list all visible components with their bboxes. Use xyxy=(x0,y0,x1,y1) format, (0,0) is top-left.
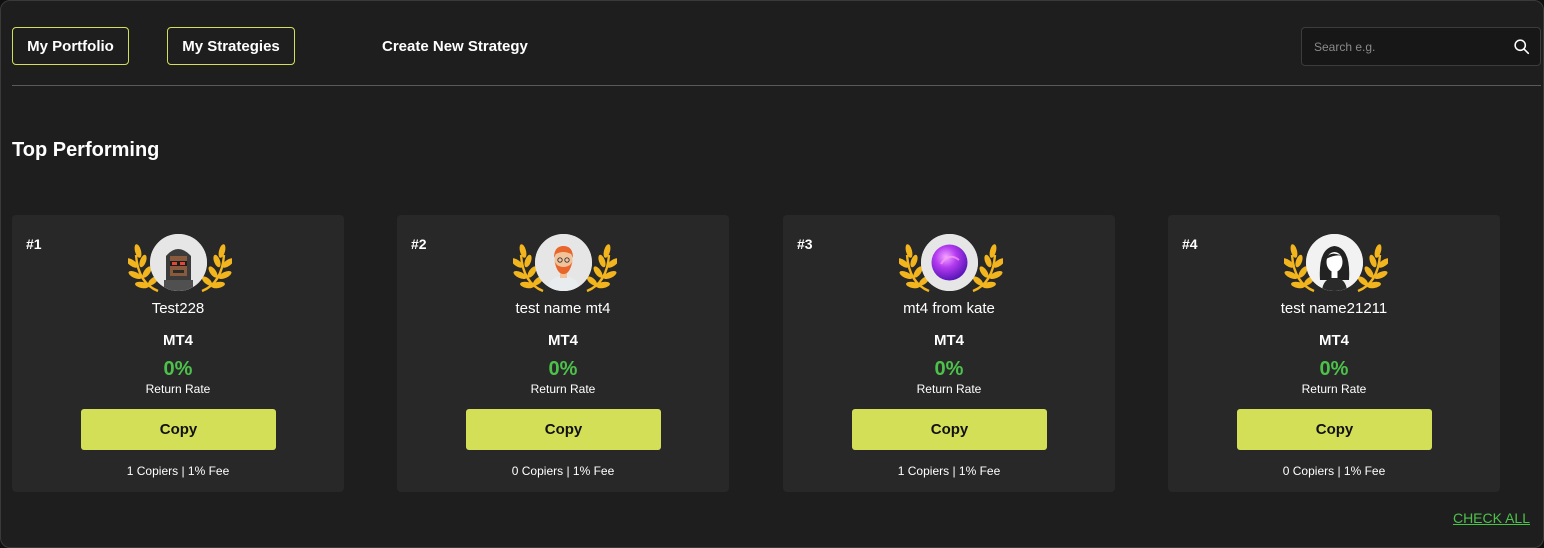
copiers-fee-text: 0 Copiers | 1% Fee xyxy=(1282,464,1386,478)
check-all-link[interactable]: CHECK ALL xyxy=(1453,510,1530,526)
rank-badge: #3 xyxy=(797,236,813,252)
return-rate-value: 0% xyxy=(1319,358,1349,380)
strategy-card: #4 test name21211 MT4 0% Return Rate Cop… xyxy=(1168,215,1500,492)
avatar[interactable] xyxy=(535,234,592,291)
return-rate-label: Return Rate xyxy=(916,382,982,396)
return-rate-label: Return Rate xyxy=(530,382,596,396)
copy-button[interactable]: Copy xyxy=(466,409,661,450)
search-input[interactable] xyxy=(1314,28,1504,65)
strategy-card: #2 test name mt4 MT4 0% Return Rate Copy… xyxy=(397,215,729,492)
strategy-name: test name21211 xyxy=(1280,300,1388,317)
avatar[interactable] xyxy=(150,234,207,291)
platform-label: MT4 xyxy=(1319,332,1349,349)
platform-label: MT4 xyxy=(163,332,193,349)
platform-label: MT4 xyxy=(548,332,578,349)
copiers-fee-text: 0 Copiers | 1% Fee xyxy=(511,464,615,478)
strategy-name: mt4 from kate xyxy=(903,300,995,317)
copy-button[interactable]: Copy xyxy=(852,409,1047,450)
create-new-strategy-link[interactable]: Create New Strategy xyxy=(382,27,528,65)
rank-badge: #1 xyxy=(26,236,42,252)
purple-orb-avatar-icon xyxy=(921,234,978,291)
strategy-name: Test228 xyxy=(151,300,205,317)
app-frame: My Portfolio My Strategies Create New St… xyxy=(0,0,1544,548)
rank-badge: #2 xyxy=(411,236,427,252)
avatar[interactable] xyxy=(921,234,978,291)
rank-badge: #4 xyxy=(1182,236,1198,252)
strategy-card: #3 mt4 from kate MT4 0% Return Rate Copy xyxy=(783,215,1115,492)
strategy-name: test name mt4 xyxy=(515,300,611,317)
header-divider xyxy=(12,85,1541,86)
dark-hair-woman-avatar-icon xyxy=(1306,234,1363,291)
avatar[interactable] xyxy=(1306,234,1363,291)
return-rate-label: Return Rate xyxy=(1301,382,1367,396)
my-portfolio-button[interactable]: My Portfolio xyxy=(12,27,129,65)
strategy-card: #1 Test228 MT4 0% Return Rate Copy 1 Cop… xyxy=(12,215,344,492)
return-rate-value: 0% xyxy=(548,358,578,380)
section-title: Top Performing xyxy=(12,139,160,161)
search-box xyxy=(1301,27,1541,66)
platform-label: MT4 xyxy=(934,332,964,349)
bearded-man-avatar-icon xyxy=(535,234,592,291)
search-icon[interactable] xyxy=(1513,38,1530,55)
return-rate-label: Return Rate xyxy=(145,382,211,396)
copy-button[interactable]: Copy xyxy=(81,409,276,450)
return-rate-value: 0% xyxy=(934,358,964,380)
return-rate-value: 0% xyxy=(163,358,193,380)
pixel-hooded-avatar-icon xyxy=(150,234,207,291)
my-strategies-button[interactable]: My Strategies xyxy=(167,27,295,65)
copy-button[interactable]: Copy xyxy=(1237,409,1432,450)
copiers-fee-text: 1 Copiers | 1% Fee xyxy=(897,464,1001,478)
copiers-fee-text: 1 Copiers | 1% Fee xyxy=(126,464,230,478)
